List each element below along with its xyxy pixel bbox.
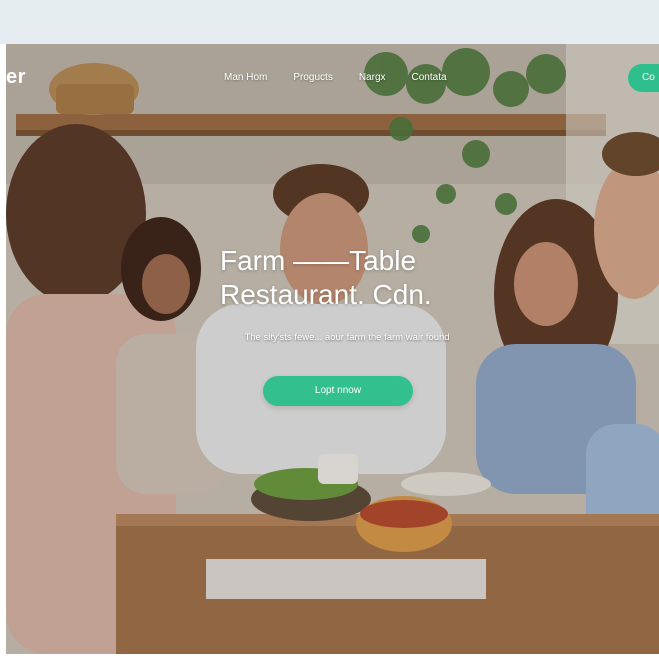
- hero-headline: Farm ——Table Restaurant. Cdn.: [220, 244, 480, 312]
- brand-logo[interactable]: er: [6, 66, 26, 89]
- nav-link-contact[interactable]: Contata: [412, 72, 447, 83]
- hero-section: er Man Hom Progucts Nargx Contata Co Far…: [6, 44, 659, 654]
- top-band: [0, 0, 659, 44]
- hero-headline-line-1: Farm ——Table: [220, 245, 417, 276]
- nav-cta-button[interactable]: Co: [628, 64, 659, 92]
- nav-link-products[interactable]: Progucts: [293, 72, 332, 83]
- hero-cta-button[interactable]: Lopt nnow: [263, 376, 413, 406]
- hero-headline-line-2: Restaurant. Cdn.: [220, 279, 432, 310]
- nav-link-menu[interactable]: Nargx: [359, 72, 386, 83]
- nav-link-home[interactable]: Man Hom: [224, 72, 267, 83]
- hero-overlay: [6, 44, 659, 654]
- hero-subline: The sity'sts fewe... aour farm the farm …: [244, 332, 450, 343]
- main-nav: Man Hom Progucts Nargx Contata: [224, 72, 447, 83]
- bottom-band: [0, 654, 659, 658]
